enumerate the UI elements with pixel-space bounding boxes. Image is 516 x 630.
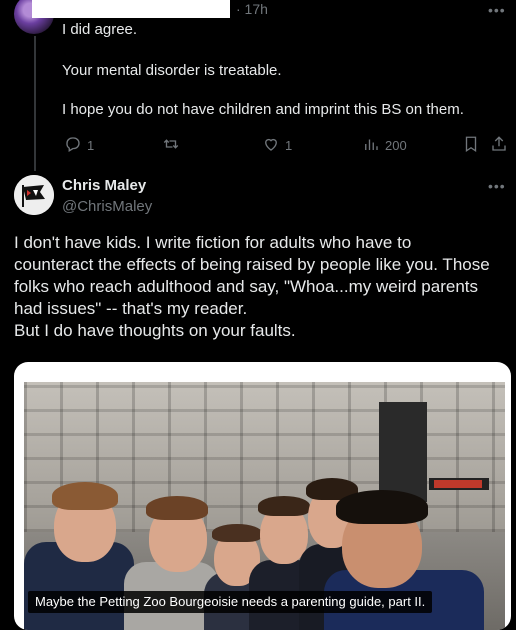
retweet-icon <box>162 135 180 156</box>
tweet-line-2: counteract the effects of being raised b… <box>14 255 490 274</box>
views-button[interactable]: 200 <box>362 135 407 156</box>
arrival-board-display <box>434 480 482 488</box>
person-hair <box>212 524 262 542</box>
reply-line-2: Your mental disorder is treatable. <box>62 62 282 79</box>
reply-button[interactable]: 1 <box>64 135 94 156</box>
flag-logo-icon <box>14 175 54 215</box>
bookmark-button[interactable] <box>462 135 480 156</box>
tweet-text: I don't have kids. I write fiction for a… <box>14 232 514 342</box>
views-icon <box>362 135 380 156</box>
reply-line-1: I did agree. <box>62 21 138 38</box>
reply-timestamp[interactable]: · 17h <box>236 1 268 17</box>
bookmark-icon <box>462 135 480 156</box>
tweet-line-5: But I do have thoughts on your faults. <box>14 321 296 340</box>
media-card[interactable] <box>14 362 511 630</box>
views-count: 200 <box>385 138 407 153</box>
tweet-line-1: I don't have kids. I write fiction for a… <box>14 233 412 252</box>
person-hair <box>258 496 310 516</box>
media-alt-caption: Maybe the Petting Zoo Bourgeoisie needs … <box>28 591 433 613</box>
tweet-line-4: had issues" -- that's my reader. <box>14 299 248 318</box>
share-icon <box>490 135 508 156</box>
reply-count: 1 <box>87 138 95 153</box>
heart-icon <box>262 135 280 156</box>
share-button[interactable] <box>490 135 508 156</box>
redacted-name <box>32 0 230 18</box>
retweet-button[interactable] <box>162 135 185 156</box>
tweet-line-3: folks who reach adulthood and say, "Whoa… <box>14 277 479 296</box>
reply-action-bar: 1 1 200 <box>0 133 516 155</box>
author-handle[interactable]: @ChrisMaley <box>62 198 152 215</box>
author-avatar[interactable] <box>14 175 54 215</box>
more-icon[interactable]: ••• <box>488 2 506 18</box>
author-name[interactable]: Chris Maley <box>62 177 146 194</box>
reply-line-3: I hope you do not have children and impr… <box>62 101 464 118</box>
like-count: 1 <box>285 138 293 153</box>
person-hair <box>52 482 118 510</box>
person-hair <box>336 490 428 524</box>
like-button[interactable]: 1 <box>262 135 292 156</box>
reply-icon <box>64 135 82 156</box>
more-icon[interactable]: ••• <box>488 178 506 194</box>
person-hair <box>146 496 208 520</box>
station-pylon <box>379 402 427 502</box>
